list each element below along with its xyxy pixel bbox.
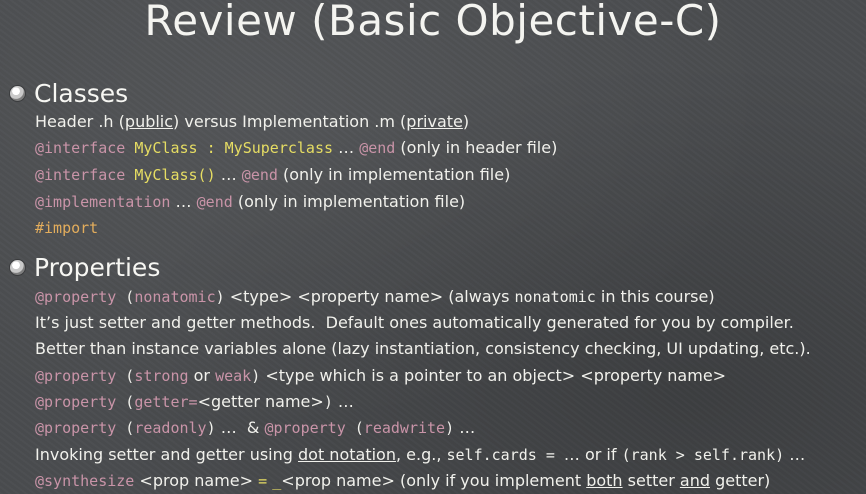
text-segment: (	[345, 419, 364, 437]
text-segment: <prop name>	[134, 471, 259, 490]
text-segment: MyClass()	[134, 166, 216, 184]
text-segment: @property	[35, 367, 117, 385]
text-segment	[125, 166, 134, 184]
text-segment: private	[406, 112, 463, 131]
section-heading-properties: Properties	[10, 252, 860, 282]
text-segment: @property	[264, 419, 346, 437]
text-segment: @implementation	[35, 193, 171, 211]
text-segment: )	[323, 393, 333, 411]
text-segment: MyClass : MySuperclass	[134, 139, 334, 157]
text-segment: )	[215, 288, 225, 306]
text-segment: (	[116, 419, 135, 437]
text-segment: both	[586, 471, 623, 490]
text-segment: strong	[134, 367, 189, 385]
text-segment: )	[251, 367, 261, 385]
text-segment: dot notation	[298, 445, 396, 464]
text-segment: self.cards =	[446, 446, 564, 464]
text-segment: Better than instance variables alone (la…	[35, 339, 811, 358]
text-segment: weak	[215, 367, 252, 385]
text-segment: It’s just setter and getter methods. Def…	[35, 313, 794, 332]
classes-line-5: #import	[35, 216, 863, 240]
text-segment: readwrite	[363, 419, 446, 437]
text-segment: <type which is a pointer to an object> <…	[260, 366, 727, 385]
text-segment: setter	[622, 471, 680, 490]
text-segment	[125, 139, 134, 157]
text-segment: … or if	[563, 445, 622, 464]
text-segment: <getter name>	[197, 392, 324, 411]
text-segment: @property	[35, 393, 117, 411]
text-segment: Invoking setter and getter using	[35, 445, 298, 464]
text-segment: )	[462, 112, 470, 131]
text-segment: …	[170, 192, 197, 211]
text-segment: @interface	[35, 139, 126, 157]
text-segment: (only in implementation file)	[277, 165, 511, 184]
classes-line-3: @interface MyClass() … @end (only in imp…	[35, 163, 863, 187]
text-segment: (	[116, 367, 135, 385]
text-segment: #import	[35, 219, 99, 237]
text-segment: (only in implementation file)	[232, 192, 466, 211]
classes-line-4: @implementation … @end (only in implemen…	[35, 190, 863, 214]
properties-line-1: @property (nonatomic) <type> <property n…	[35, 285, 863, 309]
section-heading-classes: Classes	[10, 78, 860, 108]
classes-line-1: Header .h (public) versus Implementation…	[35, 110, 863, 134]
section-label: Properties	[34, 252, 161, 282]
text-segment: , e.g.,	[395, 445, 447, 464]
text-segment: ) versus Implementation .m (	[173, 112, 407, 131]
text-segment: @synthesize	[35, 472, 135, 490]
text-segment: …	[215, 165, 242, 184]
text-segment: readonly	[134, 419, 207, 437]
text-segment: @property	[35, 419, 117, 437]
text-segment: _	[272, 472, 282, 490]
text-segment: @end	[196, 193, 233, 211]
properties-line-2: It’s just setter and getter methods. Def…	[35, 311, 863, 335]
properties-line-5: @property (getter=<getter name>) …	[35, 390, 863, 414]
text-segment: @interface	[35, 166, 126, 184]
bullet-icon	[10, 85, 25, 101]
text-segment: and	[679, 471, 710, 490]
text-segment: or	[188, 366, 216, 385]
text-segment: @property	[35, 288, 117, 306]
text-segment: @end	[359, 139, 396, 157]
text-segment: …	[332, 392, 354, 411]
text-segment: <prop name> (only if you implement	[281, 471, 587, 490]
text-segment: … &	[215, 418, 265, 437]
text-segment: (rank > self.rank)	[621, 446, 785, 464]
text-segment: <type> <property name> (always	[224, 287, 515, 306]
text-segment: …	[454, 418, 476, 437]
bullet-icon	[10, 259, 25, 275]
text-segment: nonatomic	[134, 288, 216, 306]
text-segment: …	[333, 138, 360, 157]
text-segment: (only in header file)	[395, 138, 558, 157]
text-segment: getter=	[134, 393, 198, 411]
text-segment: )	[445, 419, 455, 437]
text-segment: )	[206, 419, 216, 437]
slide-title: Review (Basic Objective-C)	[144, 0, 722, 45]
text-segment: @end	[241, 166, 278, 184]
text-segment: …	[784, 445, 806, 464]
properties-line-7: Invoking setter and getter using dot not…	[35, 443, 863, 467]
section-label: Classes	[34, 78, 129, 108]
text-segment: in this course)	[595, 287, 715, 306]
properties-line-8: @synthesize <prop name> = _<prop name> (…	[35, 469, 863, 493]
text-segment: (	[116, 393, 135, 411]
properties-line-6: @property (readonly) … & @property (read…	[35, 416, 863, 440]
text-segment: Header .h (	[35, 112, 125, 131]
text-segment: =	[258, 472, 268, 490]
properties-line-4: @property (strong or weak) <type which i…	[35, 364, 863, 388]
text-segment: nonatomic	[514, 288, 596, 306]
text-segment: public	[124, 112, 174, 131]
properties-line-3: Better than instance variables alone (la…	[35, 337, 863, 361]
text-segment: (	[116, 288, 135, 306]
text-segment: getter)	[710, 471, 771, 490]
classes-line-2: @interface MyClass : MySuperclass … @end…	[35, 136, 863, 160]
